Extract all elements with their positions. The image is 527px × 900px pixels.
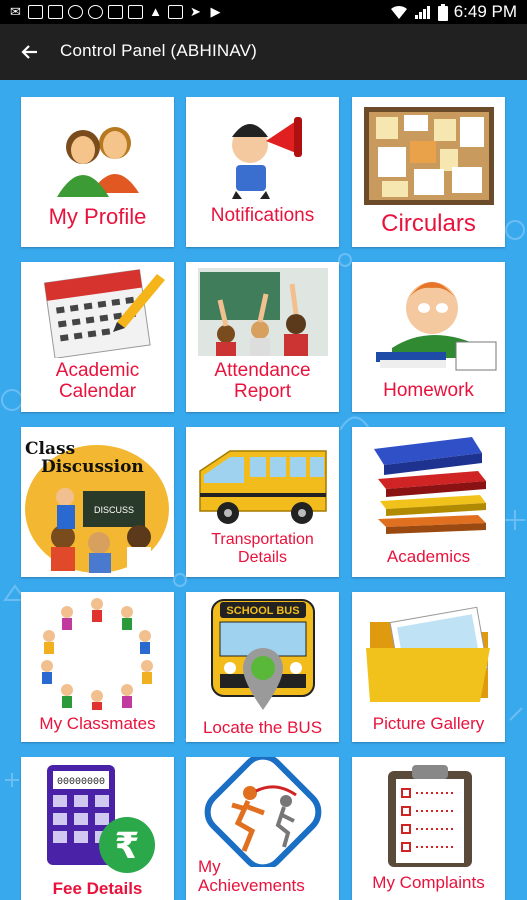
email-icon: ✉ [10,4,21,19]
tile-label: Picture Gallery [372,714,485,733]
image-icon [28,5,43,19]
tile-label: Homework [383,380,474,401]
status-bar: ✉ ▲ ➤ ▶ 6:49 PM [0,0,527,24]
tile-label: My Profile [48,204,147,229]
kids-circle-icon [41,598,153,710]
tile-label: Attendance Report [214,360,311,403]
tile-notifications[interactable]: Notifications [186,97,339,247]
tile-locate-the-bus[interactable]: SCHOOL BUS Locate the BUS [186,592,339,742]
back-button[interactable] [14,36,46,68]
mail-icon [128,5,143,19]
mail-icon [108,5,123,19]
tile-label: Circulars [381,210,476,237]
arrow-left-icon [21,45,37,59]
mail-icon [168,5,183,19]
tile-academics[interactable]: Academics [352,427,505,577]
play-store-icon: ▶ [210,4,221,19]
tile-academic-calendar[interactable]: Academic Calendar [21,262,174,412]
board-text: DISCUSS [94,505,134,515]
notification-icons: ✉ ▲ ➤ ▶ [8,4,223,20]
calculator-display: 00000000 [57,777,105,788]
tile-class-discussion[interactable]: DISCUSS Class Discussion [21,427,174,577]
megaphone-icon [232,117,302,199]
tile-label: My Classmates [39,714,156,733]
tile-circulars[interactable]: Circulars [352,97,505,247]
app-bar: Control Panel (ABHINAV) [0,24,527,80]
signal-icon [414,6,430,19]
warning-icon: ▲ [149,4,162,19]
tile-fee-details[interactable]: 00000000 ₹ Fee Details [21,757,174,900]
clipboard-icon [388,765,472,867]
battery-icon [437,3,448,21]
calendar-icon [43,269,165,358]
tile-picture-gallery[interactable]: Picture Gallery [352,592,505,742]
tile-homework[interactable]: Homework [352,262,505,412]
student-studying-icon [376,282,497,371]
bus-icon [199,450,327,524]
rupee-symbol: ₹ [114,826,139,867]
photo-folder-icon [366,606,490,702]
record-icon [68,5,83,19]
tile-label: Transportation Details [211,531,314,566]
users-icon [57,127,139,197]
bus-sign-text: SCHOOL BUS [226,605,299,617]
tile-my-complaints[interactable]: My Complaints [352,757,505,900]
page-title: Control Panel (ABHINAV) [60,41,258,60]
tile-my-achievements[interactable]: My Achievements [186,757,339,900]
tile-attendance-report[interactable]: Attendance Report [186,262,339,412]
bus-location-icon: SCHOOL BUS [211,599,315,710]
tile-label: Academic Calendar [55,360,140,403]
corkboard-icon [364,107,494,205]
tile-my-profile[interactable]: My Profile [21,97,174,247]
tile-label: My Achievements [198,857,305,896]
books-icon [374,437,486,534]
tile-label: Fee Details [52,879,143,898]
class-discussion-caption: Class Discussion [25,439,144,477]
tile-my-classmates[interactable]: My Classmates [21,592,174,742]
calculator-rupee-icon: 00000000 ₹ [47,765,155,873]
tile-label: My Complaints [372,873,485,892]
tile-label: Notifications [210,205,315,226]
tile-transportation-details[interactable]: Transportation Details [186,427,339,577]
tile-label: Academics [386,547,471,566]
sync-icon [88,5,103,19]
classroom-icon [198,268,328,356]
mail-icon [48,5,63,19]
trophy-runner-icon [204,757,322,867]
send-icon: ➤ [190,4,201,19]
tile-label: Locate the BUS [202,718,323,737]
clock: 6:49 PM [453,2,517,21]
wifi-icon [390,5,407,19]
